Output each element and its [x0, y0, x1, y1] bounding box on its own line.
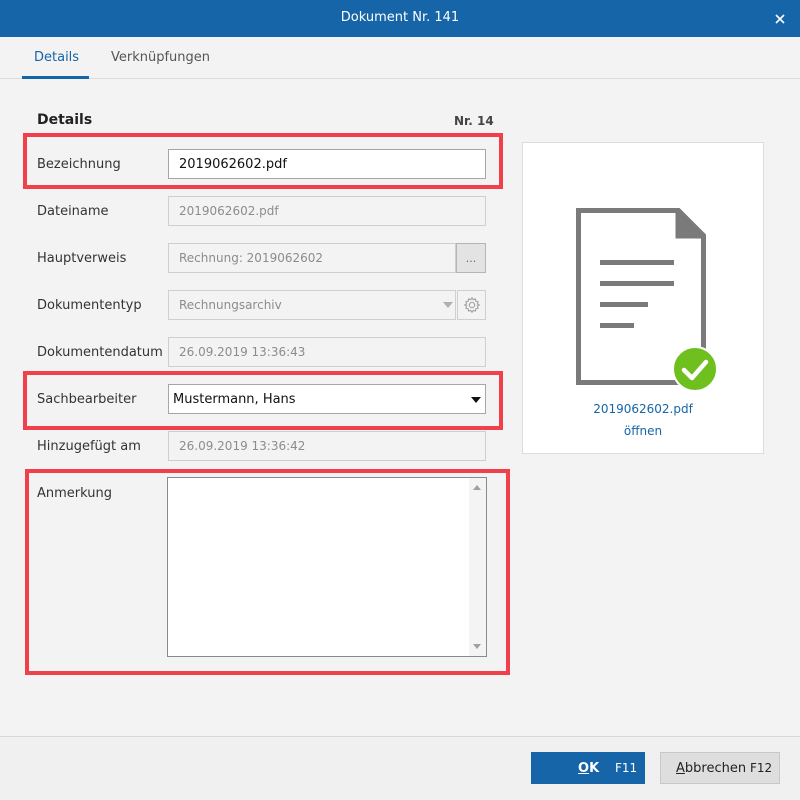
anmerkung-scrollbar[interactable]	[469, 478, 486, 656]
dokumentendatum-field: 26.09.2019 13:36:43	[168, 337, 486, 367]
chevron-down-icon[interactable]	[471, 397, 481, 403]
check-circle-icon	[672, 346, 718, 392]
tab-bar: Details Verknüpfungen	[0, 37, 800, 79]
preview-open-link[interactable]: öffnen	[523, 424, 763, 438]
dateiname-label: Dateiname	[37, 204, 109, 219]
hauptverweis-browse-button[interactable]: ...	[456, 243, 486, 273]
ok-button[interactable]: OK F11	[531, 752, 645, 784]
close-icon	[775, 13, 785, 24]
gear-icon	[463, 296, 480, 314]
section-title: Details	[37, 112, 93, 128]
preview-filename-link[interactable]: 2019062602.pdf	[523, 402, 763, 416]
hauptverweis-field: Rechnung: 2019062602	[168, 243, 456, 273]
bezeichnung-label: Bezeichnung	[37, 157, 121, 172]
scroll-down-icon[interactable]	[473, 644, 481, 649]
dokumententyp-select: Rechnungsarchiv	[168, 290, 456, 320]
bezeichnung-input[interactable]: 2019062602.pdf	[168, 149, 486, 179]
document-preview: 2019062602.pdf öffnen	[522, 142, 764, 454]
hauptverweis-label: Hauptverweis	[37, 251, 127, 266]
cancel-button-label: Abbrechen	[676, 760, 747, 776]
sachbearbeiter-select[interactable]: Mustermann, Hans	[168, 384, 486, 414]
document-number: Nr. 14	[454, 114, 494, 128]
dokumententyp-label: Dokumententyp	[37, 298, 142, 313]
dokumententyp-settings-button[interactable]	[457, 290, 486, 320]
chevron-down-icon	[443, 302, 453, 308]
sachbearbeiter-label: Sachbearbeiter	[37, 392, 137, 407]
hinzugefuegt-field: 26.09.2019 13:36:42	[168, 431, 486, 461]
sachbearbeiter-value: Mustermann, Hans	[173, 391, 296, 407]
anmerkung-textarea[interactable]	[167, 477, 487, 657]
tab-verknuepfungen[interactable]: Verknüpfungen	[111, 50, 210, 65]
cancel-shortcut: F12	[750, 761, 773, 775]
dateiname-field: 2019062602.pdf	[168, 196, 486, 226]
dokumentendatum-label: Dokumentendatum	[37, 345, 163, 360]
scroll-up-icon[interactable]	[473, 485, 481, 490]
ok-shortcut: F11	[615, 761, 638, 775]
tab-details[interactable]: Details	[34, 50, 79, 65]
cancel-button[interactable]: Abbrechen F12	[660, 752, 780, 784]
ok-button-label: OK	[578, 760, 600, 776]
close-button[interactable]	[760, 0, 800, 37]
title-bar: Dokument Nr. 141	[0, 0, 800, 37]
window-title: Dokument Nr. 141	[340, 10, 460, 25]
dokumententyp-value: Rechnungsarchiv	[179, 298, 282, 312]
anmerkung-label: Anmerkung	[37, 486, 112, 501]
hinzugefuegt-label: Hinzugefügt am	[37, 439, 141, 454]
